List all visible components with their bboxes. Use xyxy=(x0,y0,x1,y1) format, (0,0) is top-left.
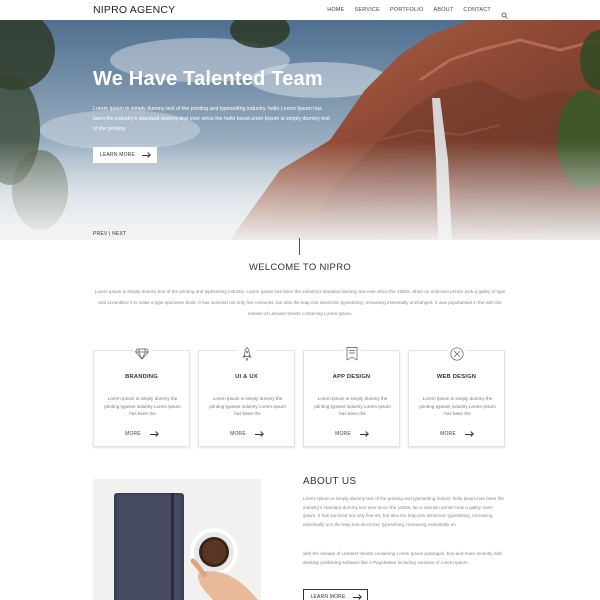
service-card-text: Lorem Ipsum is simply dummy the printing… xyxy=(209,396,286,416)
arrow-right-icon xyxy=(352,595,361,600)
service-more-link[interactable]: MORE xyxy=(199,431,294,437)
hero-description: Lorem Ipsum is simply dummy text of the … xyxy=(93,106,330,132)
service-card-text: Lorem Ipsum is simply dummy the printing… xyxy=(419,396,496,416)
hero-learn-more-button[interactable]: LEARN MORE xyxy=(93,147,157,163)
nav-item-portfolio[interactable]: PORTFOLIO xyxy=(390,7,423,13)
arrow-right-icon xyxy=(149,432,158,437)
arrow-right-icon xyxy=(464,432,473,437)
rocket-icon xyxy=(237,345,256,363)
service-card-app-design: APP DESIGN Lorem Ipsum is simply dummy t… xyxy=(303,345,400,447)
service-more-label: MORE xyxy=(335,431,351,437)
service-more-link[interactable]: MORE xyxy=(94,431,189,437)
service-card-title: BRANDING xyxy=(125,374,158,380)
navbar: NIPRO AGENCY HOME SERVICE PORTFOLIO ABOU… xyxy=(0,0,600,20)
arrow-right-icon xyxy=(142,153,150,158)
nav-menu: HOME SERVICE PORTFOLIO ABOUT CONTACT xyxy=(327,6,508,19)
about-learn-more-label: LEARN MORE xyxy=(310,594,346,600)
service-card-web-design: WEB DESIGN Lorem Ipsum is simply dummy t… xyxy=(408,345,505,447)
service-card-title: APP DESIGN xyxy=(332,374,371,380)
service-more-link[interactable]: MORE xyxy=(304,431,399,437)
nav-item-service[interactable]: SERVICE xyxy=(355,7,380,13)
hero-banner: We Have Talented Team Lorem Ipsum is sim… xyxy=(0,20,600,240)
slider-pagination: PREV | NEXT xyxy=(93,231,126,237)
welcome-title: WELCOME TO NIPRO xyxy=(248,262,352,273)
bookmark-icon xyxy=(342,345,361,363)
slider-next-link[interactable]: NEXT xyxy=(112,231,126,237)
slider-separator: | xyxy=(109,231,111,237)
about-title: ABOUT US xyxy=(303,476,357,487)
services-grid: BRANDING Lorem Ipsum is simply dummy the… xyxy=(93,345,507,447)
slider-prev-link[interactable]: PREV xyxy=(93,231,107,237)
nav-item-about[interactable]: ABOUT xyxy=(433,7,453,13)
service-card-text: Lorem Ipsum is simply dummy the printing… xyxy=(314,396,391,416)
hero-learn-more-label: LEARN MORE xyxy=(99,152,136,158)
service-card-branding: BRANDING Lorem Ipsum is simply dummy the… xyxy=(93,345,190,447)
service-more-label: MORE xyxy=(230,431,246,437)
nav-item-contact[interactable]: CONTACT xyxy=(463,7,491,13)
search-icon[interactable] xyxy=(501,6,508,19)
service-more-link[interactable]: MORE xyxy=(409,431,504,437)
about-learn-more-button[interactable]: LEARN MORE xyxy=(303,589,368,600)
notebook-coffee-illustration xyxy=(93,479,261,600)
service-card-title: UI & UX xyxy=(235,374,258,380)
arrow-right-icon xyxy=(254,432,263,437)
hero-title: We Have Talented Team xyxy=(93,68,323,90)
nav-item-home[interactable]: HOME xyxy=(327,7,344,13)
service-card-title: WEB DESIGN xyxy=(436,374,477,380)
brand-logo[interactable]: NIPRO AGENCY xyxy=(93,4,175,16)
arrow-right-icon xyxy=(359,432,368,437)
service-card-ui-ux: UI & UX Lorem Ipsum is simply dummy the … xyxy=(198,345,295,447)
service-more-label: MORE xyxy=(440,431,456,437)
diamond-icon xyxy=(132,345,151,363)
section-divider xyxy=(299,238,300,255)
service-card-text: Lorem Ipsum is simply dummy the printing… xyxy=(104,396,181,416)
about-text-primary: Lorem Ipsum is simply dummy text of the … xyxy=(303,496,504,527)
welcome-text: Lorem Ipsum is simply dummy text of the … xyxy=(94,289,506,316)
service-more-label: MORE xyxy=(125,431,141,437)
about-text-secondary: with the release of Letraset sheets cont… xyxy=(303,551,502,565)
close-circle-icon xyxy=(447,345,466,363)
about-image xyxy=(93,479,261,600)
